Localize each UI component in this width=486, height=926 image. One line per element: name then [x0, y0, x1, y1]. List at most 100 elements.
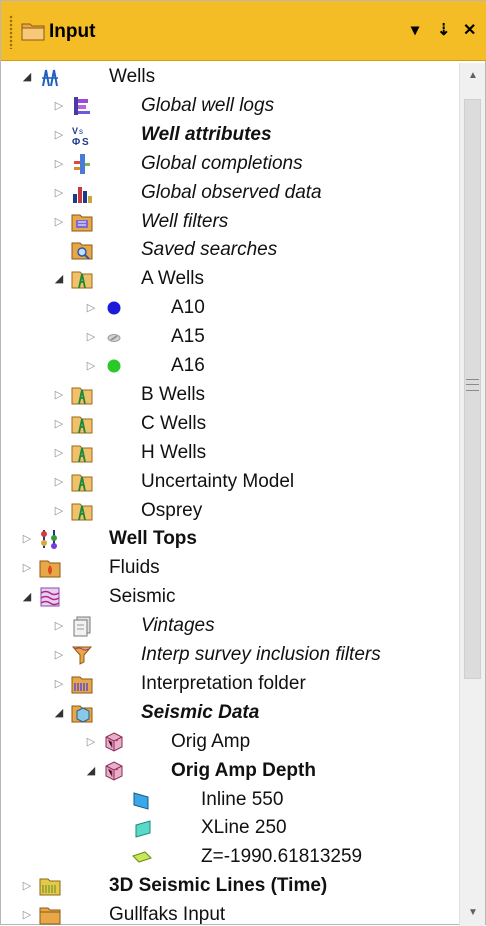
tree-item[interactable]: ▷ Interpretation folder: [1, 670, 459, 699]
drag-grip-icon[interactable]: [9, 15, 13, 49]
expand-arrow-icon[interactable]: ▷: [53, 157, 65, 171]
expand-arrow-icon[interactable]: ▷: [21, 532, 33, 546]
tree-item-label: A16: [171, 355, 205, 376]
collapse-arrow-icon[interactable]: ◢: [53, 272, 65, 286]
expand-arrow-icon[interactable]: ▷: [53, 677, 65, 691]
vintages-icon: [73, 616, 91, 637]
expand-arrow-icon[interactable]: ▷: [53, 417, 65, 431]
survey-filters-icon: [71, 646, 93, 665]
close-button[interactable]: ✕: [463, 21, 476, 41]
completions-icon: [74, 153, 90, 174]
observed-data-icon: [73, 186, 92, 203]
well-folder-icon: [71, 387, 93, 405]
expand-arrow-icon[interactable]: ▷: [53, 99, 65, 113]
tree-item[interactable]: ▷ Well Tops: [1, 525, 459, 554]
tree-item[interactable]: XLine 250: [1, 814, 459, 843]
tree-item-label: Well Tops: [109, 528, 197, 550]
collapse-arrow-icon[interactable]: ◢: [21, 70, 33, 84]
tree-item-label: Global well logs: [141, 94, 275, 116]
tree-item[interactable]: ▷ H Wells: [1, 439, 459, 468]
scroll-grip-icon: [466, 379, 479, 391]
expand-arrow-icon[interactable]: ▷: [85, 330, 97, 344]
tree-item-label: C Wells: [141, 412, 207, 434]
tree-item[interactable]: ▷ Global observed data: [1, 179, 459, 208]
expand-arrow-icon[interactable]: ▷: [53, 446, 65, 460]
tree-item[interactable]: ▷ A15: [1, 323, 459, 352]
tree-item[interactable]: ▷ Global well logs: [1, 92, 459, 121]
tree-item[interactable]: ◢ Seismic: [1, 583, 459, 612]
expand-arrow-icon[interactable]: ▷: [21, 561, 33, 575]
tree-item[interactable]: ▷ 3D Seismic Lines (Time): [1, 872, 459, 901]
tree-item[interactable]: ▷ Well filters: [1, 208, 459, 237]
seismic-lines-folder-icon: [39, 878, 61, 896]
tree-item[interactable]: ▷ Gullfaks Input: [1, 901, 459, 926]
tree-item-label: XLine 250: [201, 817, 287, 839]
tree-item[interactable]: Inline 550: [1, 786, 459, 815]
svg-text:S: S: [82, 137, 89, 146]
grey-well-icon: [107, 334, 121, 343]
scroll-down-button[interactable]: ▼: [460, 904, 486, 922]
expand-arrow-icon[interactable]: ▷: [53, 128, 65, 142]
wells-icon: [42, 69, 58, 87]
green-dot-icon: [107, 359, 121, 373]
cube-icon: [105, 761, 123, 781]
expand-arrow-icon[interactable]: ▷: [53, 215, 65, 229]
tree-item[interactable]: ▷ A16: [1, 352, 459, 381]
cube-icon: [105, 732, 123, 752]
tree-item-label: Well attributes: [141, 123, 272, 145]
tree-item[interactable]: ◢ Orig Amp Depth: [1, 757, 459, 786]
tree-item-label: Gullfaks Input: [109, 904, 226, 926]
svg-text:Φ: Φ: [72, 137, 80, 146]
expand-arrow-icon[interactable]: ▷: [53, 388, 65, 402]
expand-arrow-icon[interactable]: ▷: [21, 879, 33, 893]
expand-arrow-icon[interactable]: ▷: [21, 908, 33, 922]
tree-item[interactable]: ▷ Vs Φ S Well attributes: [1, 121, 459, 150]
well-folder-icon: [71, 503, 93, 520]
well-folder-icon: [71, 445, 93, 463]
tree-item[interactable]: ◢ Seismic Data: [1, 699, 459, 728]
tree-item[interactable]: ◢ A Wells: [1, 265, 459, 294]
pane-titlebar[interactable]: Input ▾ ⇣ ✕: [1, 1, 486, 61]
tree-item[interactable]: Z=-1990.61813259: [1, 843, 459, 872]
tree-item[interactable]: ▷ Uncertainty Model: [1, 468, 459, 497]
tree-item[interactable]: ▷ Global completions: [1, 150, 459, 179]
seismic-icon: [40, 587, 60, 607]
tree-item[interactable]: ▷ Vintages: [1, 612, 459, 641]
tree-item-label: Orig Amp: [171, 730, 251, 752]
expand-arrow-icon[interactable]: ▷: [53, 186, 65, 200]
collapse-arrow-icon[interactable]: ◢: [85, 764, 97, 778]
scroll-up-button[interactable]: ▲: [460, 67, 486, 85]
tree-item-label: Orig Amp Depth: [171, 759, 316, 781]
tree-item-label: Osprey: [141, 499, 203, 521]
tree-item[interactable]: ▷ B Wells: [1, 381, 459, 410]
tree-item-label: Global observed data: [141, 181, 322, 203]
well-folder-icon: [71, 474, 93, 492]
expand-arrow-icon[interactable]: ▷: [85, 359, 97, 373]
pane-menu-button[interactable]: ▾: [411, 21, 419, 41]
expand-arrow-icon[interactable]: ▷: [53, 475, 65, 489]
expand-arrow-icon[interactable]: ▷: [85, 301, 97, 315]
tree-item-label: Interpretation folder: [141, 672, 306, 694]
vertical-scrollbar[interactable]: ▲ ▼: [459, 63, 485, 926]
expand-arrow-icon[interactable]: ▷: [85, 735, 97, 749]
tree-item[interactable]: ▷ Osprey: [1, 497, 459, 526]
collapse-arrow-icon[interactable]: ◢: [21, 590, 33, 604]
expand-arrow-icon[interactable]: ▷: [53, 504, 65, 518]
input-tree: ◢ Wells ▷ Global well logs ▷ Vs Φ S Well attribu…: [1, 63, 459, 926]
collapse-arrow-icon[interactable]: ◢: [53, 706, 65, 720]
saved-searches-icon: [71, 242, 93, 261]
pin-button[interactable]: ⇣: [437, 21, 450, 41]
expand-arrow-icon[interactable]: ▷: [53, 619, 65, 633]
tree-item[interactable]: ◢ Wells: [1, 63, 459, 92]
well-tops-icon: [41, 530, 57, 550]
tree-item[interactable]: ▷ A10: [1, 294, 459, 323]
tree-item[interactable]: ▷ Orig Amp: [1, 728, 459, 757]
tree-item-label: Inline 550: [201, 788, 284, 810]
tree-item[interactable]: ▷ C Wells: [1, 410, 459, 439]
tree-item-label: B Wells: [141, 383, 206, 405]
tree-item[interactable]: Saved searches: [1, 236, 459, 265]
fluids-icon: [39, 560, 61, 578]
expand-arrow-icon[interactable]: ▷: [53, 648, 65, 662]
tree-item[interactable]: ▷ Fluids: [1, 554, 459, 583]
tree-item[interactable]: ▷ Interp survey inclusion filters: [1, 641, 459, 670]
